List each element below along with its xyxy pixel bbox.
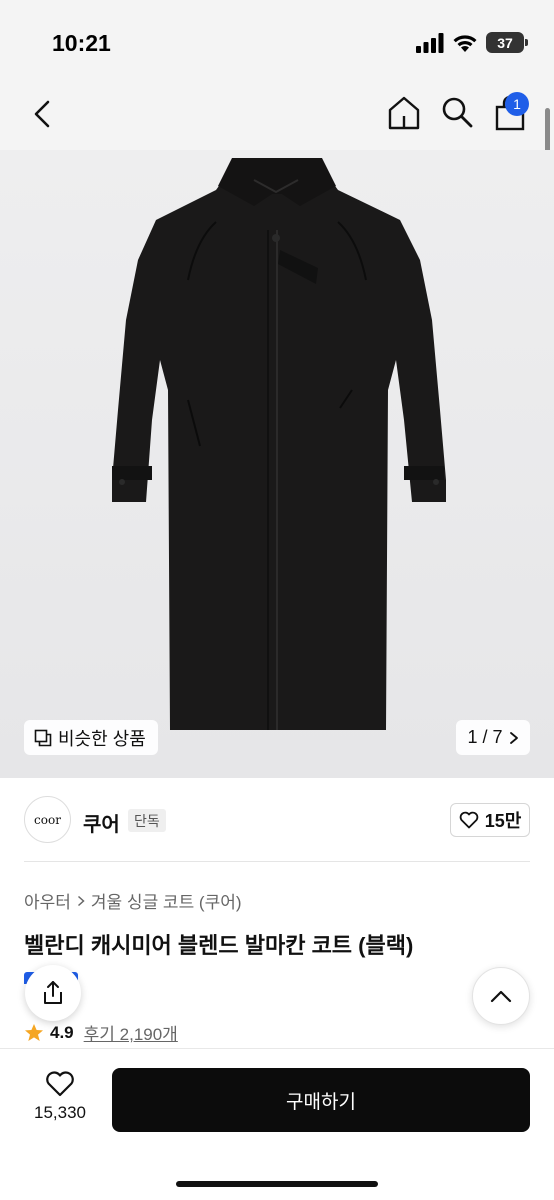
breadcrumb: 아우터 겨울 싱글 코트 (쿠어) bbox=[24, 888, 242, 913]
star-icon bbox=[25, 1023, 43, 1041]
cart-count-badge: 1 bbox=[505, 92, 529, 116]
wishlist-button[interactable]: 15,330 bbox=[26, 1071, 94, 1131]
wifi-icon bbox=[453, 34, 477, 52]
brand-row: coor 쿠어 단독 15만 bbox=[24, 796, 530, 844]
bottom-action-bar: 15,330 구매하기 bbox=[0, 1048, 554, 1200]
chevron-right-icon bbox=[509, 731, 518, 744]
rating-row: 4.9 후기 2,190개 bbox=[24, 1020, 178, 1045]
brand-name[interactable]: 쿠어 bbox=[83, 808, 120, 837]
similar-icon bbox=[34, 729, 52, 746]
product-photo-coat bbox=[112, 158, 446, 730]
share-button[interactable] bbox=[25, 965, 81, 1021]
nav-bar bbox=[0, 80, 554, 150]
brand-logo[interactable]: coor bbox=[24, 796, 71, 843]
exclusive-badge: 단독 bbox=[128, 809, 166, 832]
breadcrumb-item[interactable]: 아우터 bbox=[24, 888, 71, 913]
search-icon[interactable] bbox=[440, 95, 474, 129]
similar-products-button[interactable]: 비슷한 상품 bbox=[24, 720, 158, 755]
image-pager-text: 1 / 7 bbox=[467, 727, 503, 747]
heart-icon bbox=[459, 811, 478, 829]
buy-button[interactable]: 구매하기 bbox=[112, 1068, 530, 1132]
breadcrumb-item[interactable]: 겨울 싱글 코트 (쿠어) bbox=[91, 888, 242, 913]
divider bbox=[24, 861, 530, 862]
share-icon bbox=[44, 981, 62, 1004]
image-pager[interactable]: 1 / 7 bbox=[456, 720, 530, 755]
home-indicator bbox=[176, 1181, 378, 1187]
home-icon[interactable] bbox=[386, 94, 422, 132]
status-bar: 10:21 37 bbox=[0, 0, 554, 80]
wishlist-count: 15,330 bbox=[34, 1103, 86, 1122]
rating-value: 4.9 bbox=[50, 1022, 74, 1042]
chevron-right-icon bbox=[77, 895, 85, 906]
reviews-link[interactable]: 후기 2,190개 bbox=[84, 1020, 178, 1045]
chevron-up-icon bbox=[490, 990, 512, 1003]
heart-icon bbox=[46, 1071, 74, 1097]
product-title: 벨란디 캐시미어 블렌드 발마칸 코트 (블랙) bbox=[24, 933, 414, 958]
battery-icon: 37 bbox=[486, 32, 528, 53]
back-icon[interactable] bbox=[28, 96, 58, 132]
brand-like-button[interactable]: 15만 bbox=[450, 803, 530, 837]
similar-products-label: 비슷한 상품 bbox=[58, 728, 146, 749]
status-icons: 37 bbox=[416, 32, 528, 53]
product-image-gallery[interactable] bbox=[0, 150, 554, 778]
brand-like-count: 15만 bbox=[484, 811, 522, 831]
signal-icon bbox=[416, 32, 444, 53]
status-time: 10:21 bbox=[52, 30, 111, 56]
scroll-top-button[interactable] bbox=[472, 967, 530, 1025]
